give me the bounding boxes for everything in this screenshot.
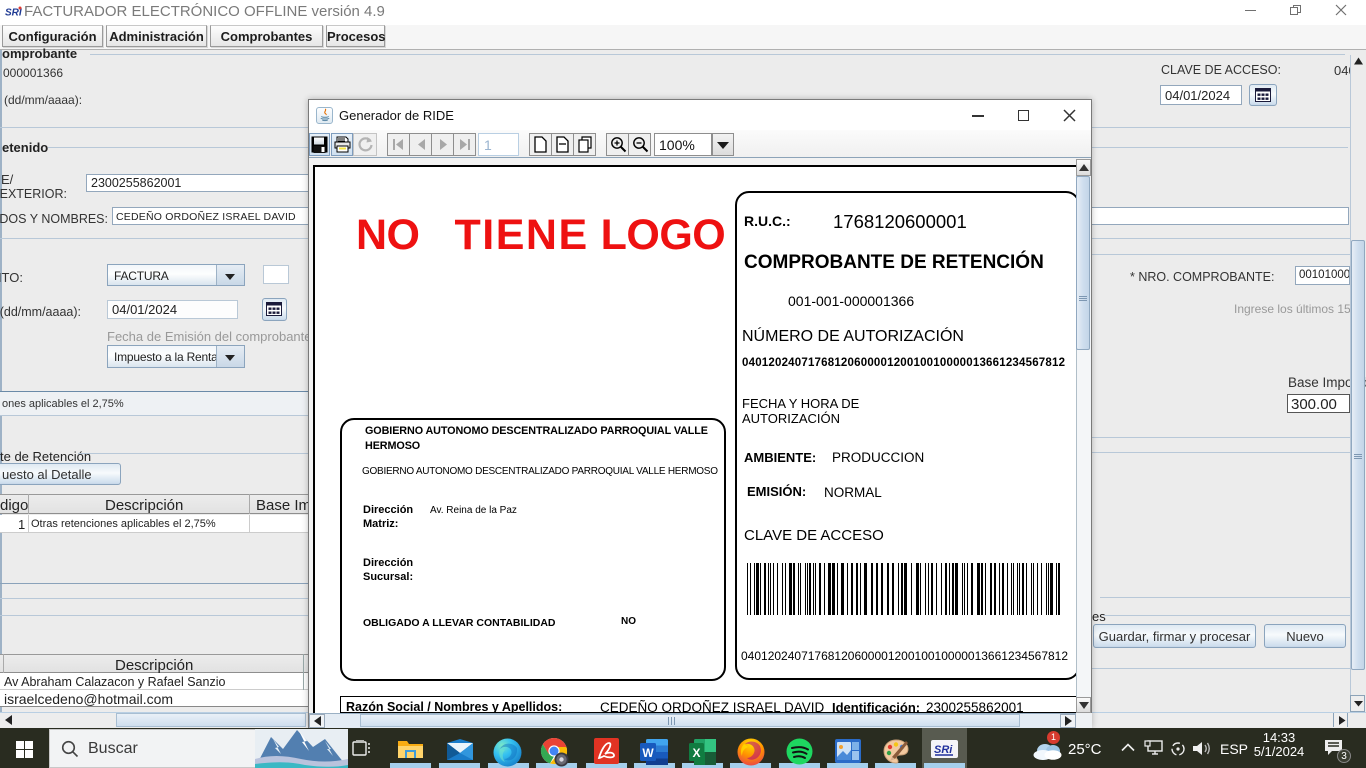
svg-text:W: W <box>642 746 654 760</box>
svg-text:X: X <box>692 746 700 760</box>
svg-text:SRi: SRi <box>934 744 953 756</box>
